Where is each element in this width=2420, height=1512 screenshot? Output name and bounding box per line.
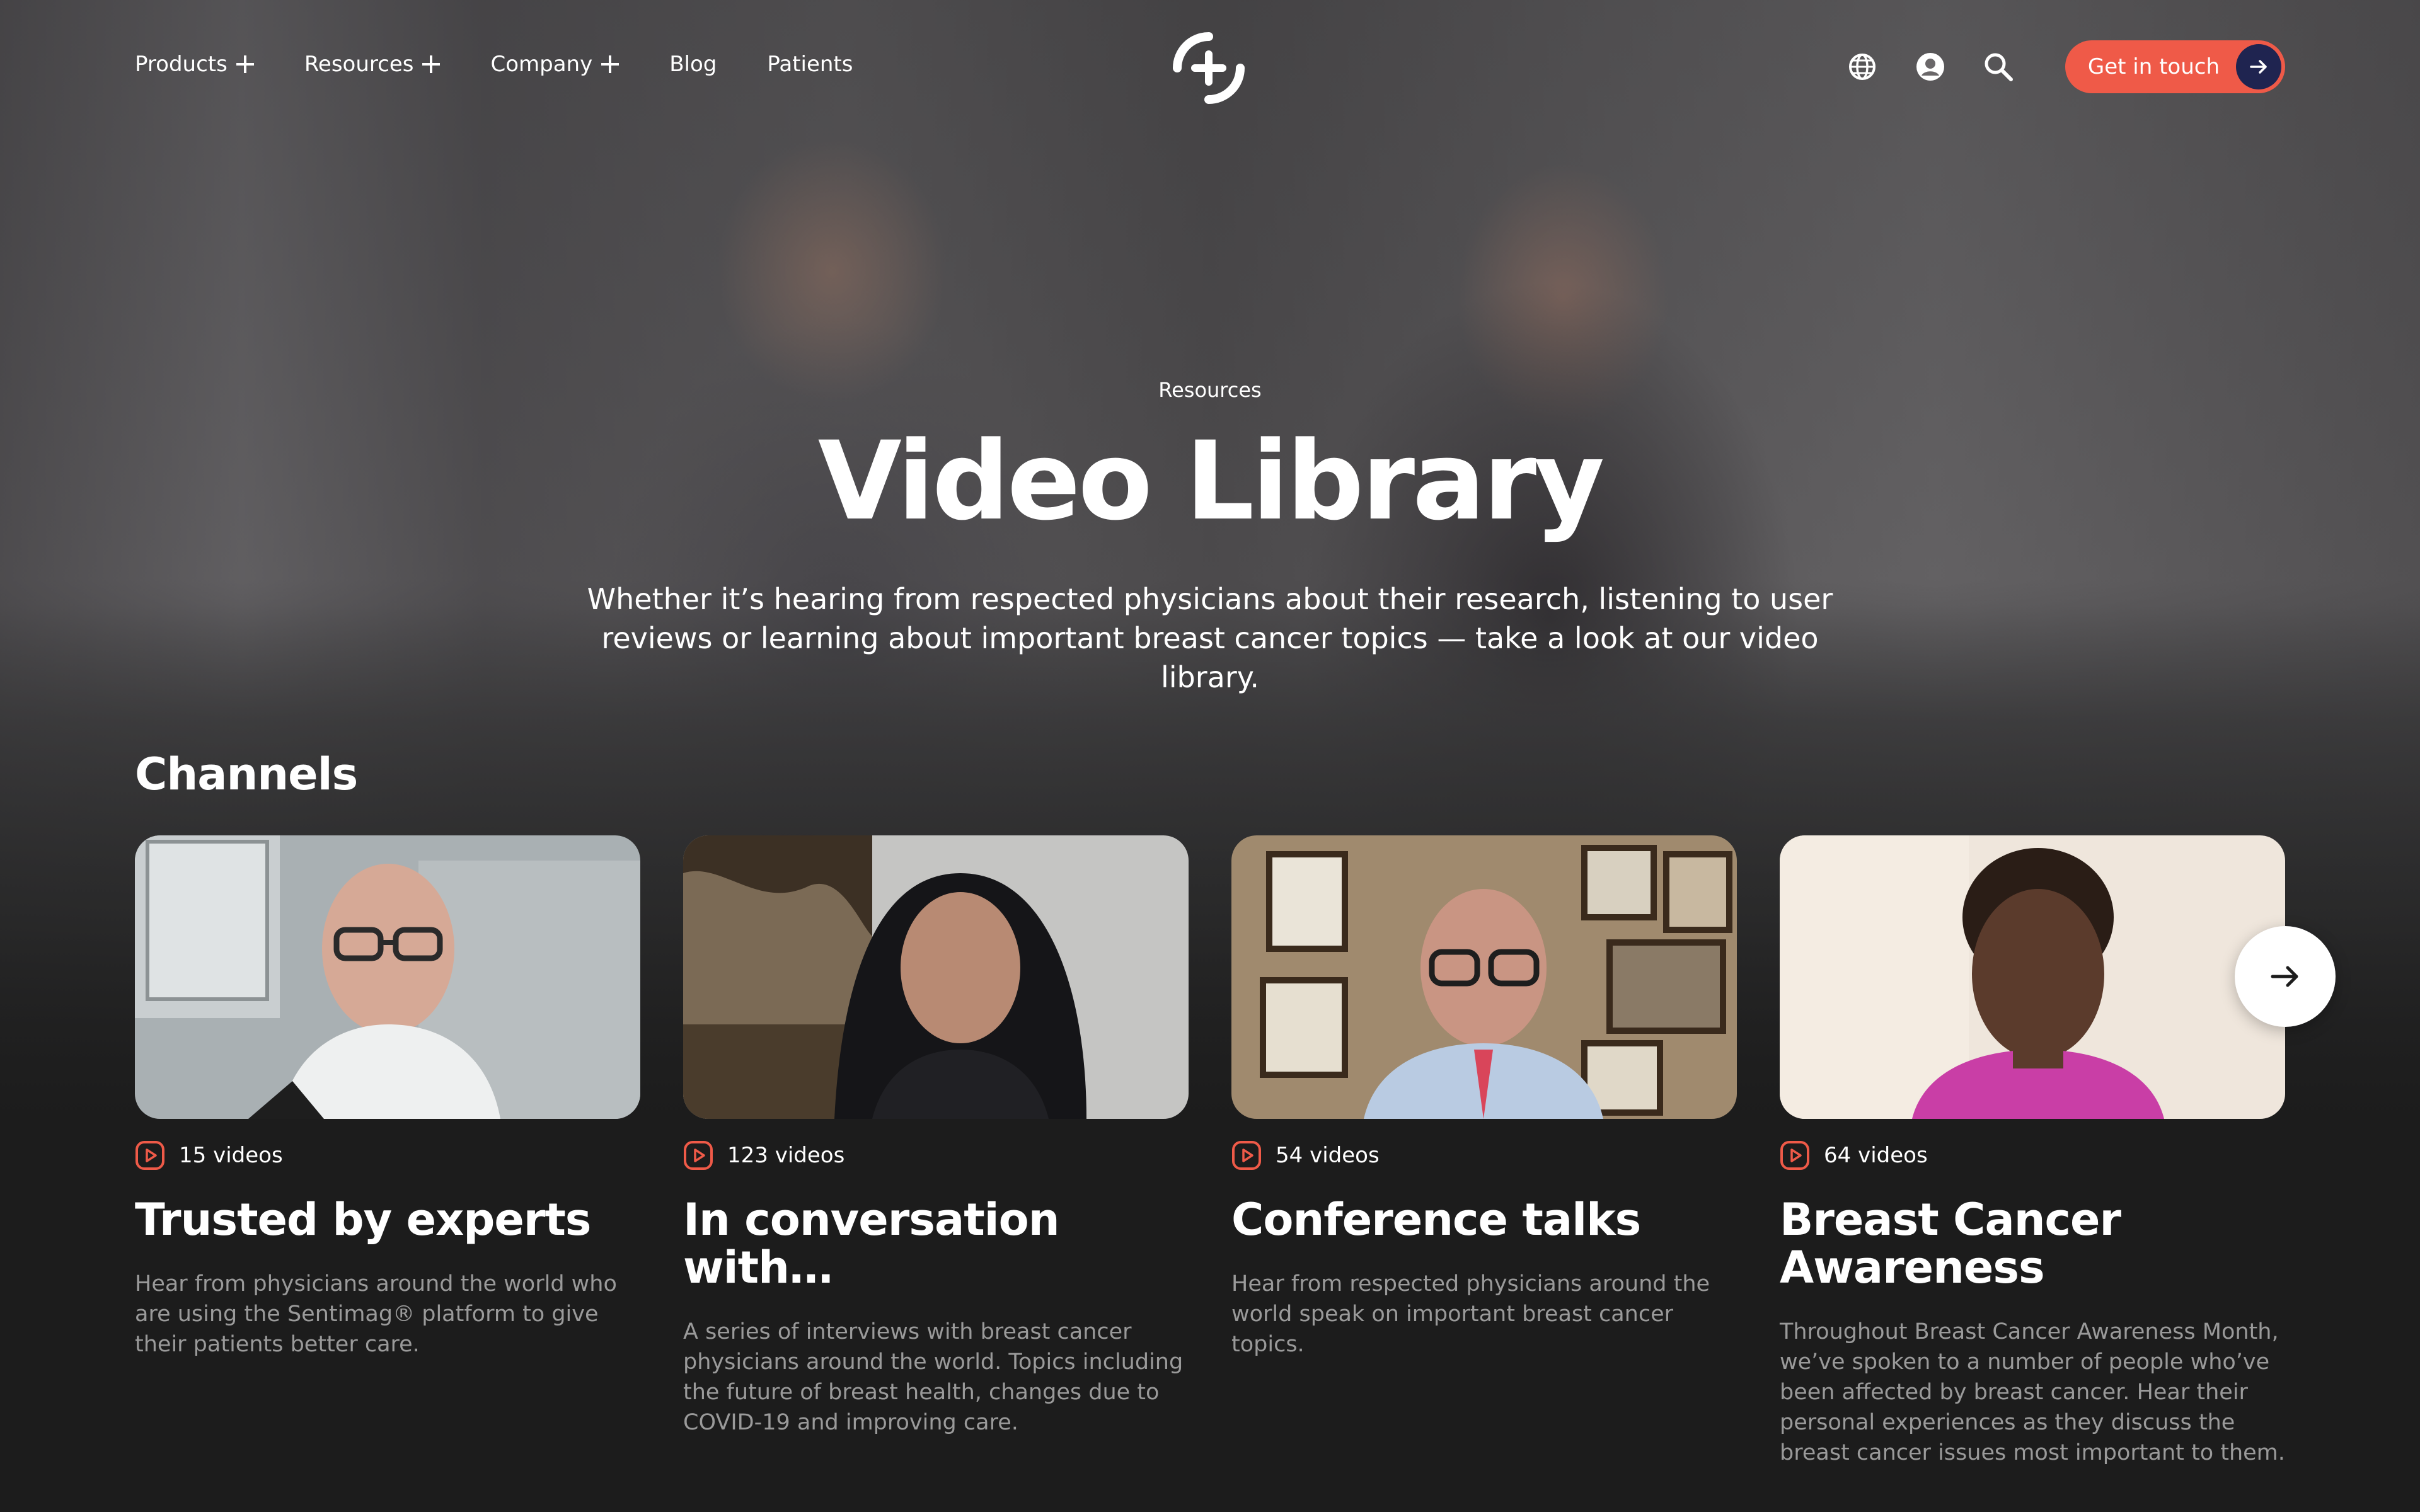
plus-icon (601, 55, 619, 73)
channel-thumbnail[interactable] (683, 835, 1189, 1119)
video-count-label: 15 videos (179, 1143, 283, 1168)
hero-description: Whether it’s hearing from respected phys… (587, 582, 1833, 694)
get-in-touch-label: Get in touch (2087, 54, 2220, 79)
channel-title[interactable]: Breast Cancer Awareness (1780, 1196, 2285, 1292)
video-count-label: 123 videos (727, 1143, 845, 1168)
search-icon[interactable] (1982, 50, 2015, 83)
nav-item-label: Blog (669, 52, 717, 77)
hero-section: Resources Video Library Whether it’s hea… (0, 378, 2420, 697)
video-count: 123 videos (683, 1140, 1189, 1171)
arrow-right-icon (2271, 966, 2298, 987)
channel-description: Hear from respected physicians around th… (1231, 1271, 1710, 1357)
channel-description: A series of interviews with breast cance… (683, 1319, 1184, 1435)
main-nav: Products Resources Company Blog Patients (135, 52, 853, 77)
plus-icon (422, 55, 441, 73)
nav-item-label: Patients (767, 52, 853, 77)
video-count: 15 videos (135, 1140, 640, 1171)
nav-item-resources[interactable]: Resources (304, 52, 441, 77)
hero-eyebrow: Resources (1158, 378, 1262, 402)
account-icon[interactable] (1914, 50, 1947, 83)
channel-description: Hear from physicians around the world wh… (135, 1271, 617, 1357)
channel-card-conference-talks[interactable]: 54 videos Conference talks Hear from res… (1231, 835, 1737, 1468)
arrow-right-icon (2236, 44, 2281, 89)
channel-title[interactable]: Trusted by experts (135, 1196, 640, 1244)
video-count-label: 54 videos (1276, 1143, 1380, 1168)
nav-item-label: Resources (304, 52, 414, 77)
logo-icon[interactable] (1172, 32, 1245, 105)
nav-item-company[interactable]: Company (490, 52, 619, 77)
play-icon (684, 1141, 713, 1170)
nav-item-products[interactable]: Products (135, 52, 254, 77)
channels-carousel: 15 videos Trusted by experts Hear from p… (135, 835, 2285, 1468)
video-count: 64 videos (1780, 1140, 2285, 1171)
video-count-label: 64 videos (1824, 1143, 1928, 1168)
channels-heading: Channels (135, 748, 358, 800)
play-icon (135, 1141, 164, 1170)
channel-card-in-conversation-with[interactable]: 123 videos In conversation with… A serie… (683, 835, 1189, 1468)
carousel-next-button[interactable] (2235, 926, 2336, 1027)
nav-item-patients[interactable]: Patients (767, 52, 853, 77)
channel-thumbnail[interactable] (1231, 835, 1737, 1119)
header-actions: Get in touch (1846, 40, 2285, 93)
site-header: Products Resources Company Blog Patients (0, 0, 2420, 139)
video-count: 54 videos (1231, 1140, 1737, 1171)
get-in-touch-button[interactable]: Get in touch (2065, 40, 2285, 93)
channel-title[interactable]: In conversation with… (683, 1196, 1189, 1292)
channel-title[interactable]: Conference talks (1231, 1196, 1737, 1244)
page-title: Video Library (817, 418, 1605, 544)
play-icon (1780, 1141, 1809, 1170)
channel-description: Throughout Breast Cancer Awareness Month… (1780, 1319, 2285, 1465)
globe-icon[interactable] (1846, 50, 1879, 83)
play-icon (1232, 1141, 1261, 1170)
channel-thumbnail[interactable] (1780, 835, 2285, 1119)
channel-thumbnail[interactable] (135, 835, 640, 1119)
nav-item-blog[interactable]: Blog (669, 52, 717, 77)
page: Products Resources Company Blog Patients (0, 0, 2420, 1512)
plus-icon (236, 55, 254, 73)
channel-card-trusted-by-experts[interactable]: 15 videos Trusted by experts Hear from p… (135, 835, 640, 1468)
nav-item-label: Company (490, 52, 593, 77)
nav-item-label: Products (135, 52, 228, 77)
channel-card-breast-cancer-awareness[interactable]: 64 videos Breast Cancer Awareness Throug… (1780, 835, 2285, 1468)
